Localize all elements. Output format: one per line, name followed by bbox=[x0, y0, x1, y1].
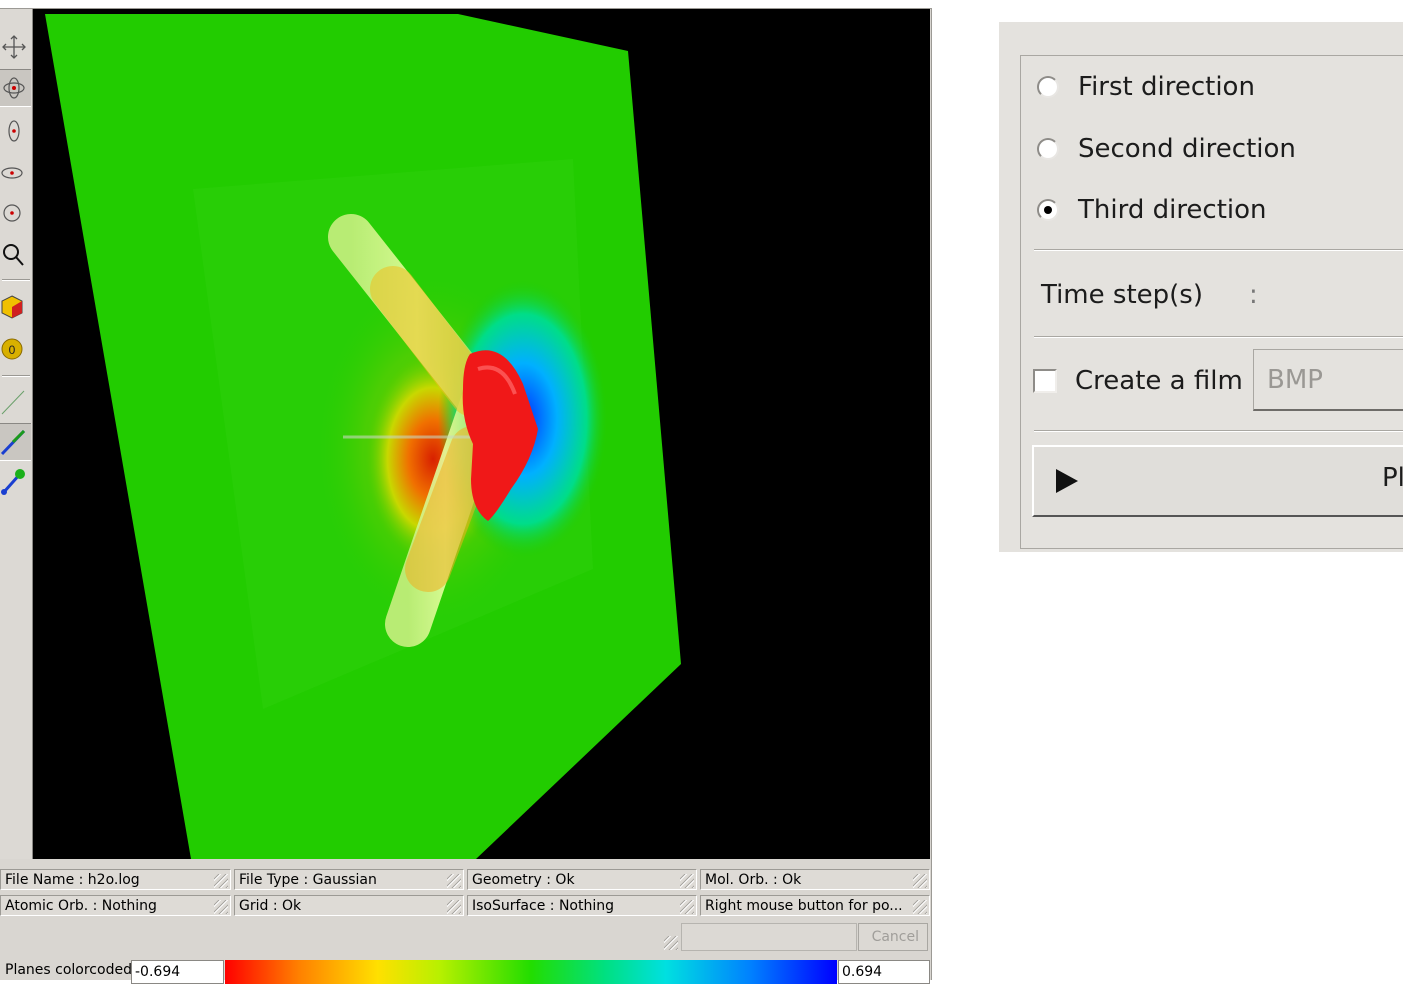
radio-button[interactable] bbox=[1037, 76, 1059, 98]
svg-text:0: 0 bbox=[9, 343, 16, 357]
status-file-type: File Type : Gaussian bbox=[234, 869, 464, 890]
time-steps-label: Time step(s) bbox=[1041, 280, 1203, 310]
play-icon bbox=[1056, 469, 1078, 493]
thin-line-icon[interactable] bbox=[0, 384, 31, 420]
colorbar-min-field[interactable]: -0.694 bbox=[131, 960, 224, 984]
radio-button[interactable] bbox=[1037, 138, 1059, 160]
colorbar-label: Planes colorcoded bbox=[5, 962, 132, 978]
colorbar-gradient bbox=[225, 960, 837, 984]
status-geometry: Geometry : Ok bbox=[467, 869, 697, 890]
viewer-window: 0 File Name: h2o.log File Type: Gaussi… bbox=[0, 8, 932, 984]
status-bar-row-2: Atomic Orb. : Nothing Grid : Ok IsoSurfa… bbox=[0, 894, 930, 918]
toolbar-separator bbox=[2, 279, 30, 281]
progress-bar bbox=[681, 923, 857, 951]
colorbar-row: Planes colorcoded -0.694 0.694 bbox=[0, 956, 930, 988]
rotate-z-icon[interactable] bbox=[0, 113, 31, 149]
status-bar-row-1: File Name : h2o.log File Type : Gaussian… bbox=[0, 868, 930, 892]
progress-row: Cancel bbox=[0, 922, 930, 952]
ball-stick-icon[interactable] bbox=[0, 463, 31, 499]
progress-grip bbox=[664, 936, 678, 950]
radio-second-direction[interactable]: Second direction bbox=[1037, 132, 1296, 166]
time-steps-row: Time step(s) : bbox=[1041, 278, 1258, 312]
dialog-separator bbox=[1034, 249, 1403, 251]
zoom-icon[interactable] bbox=[0, 237, 31, 273]
dialog-separator bbox=[1034, 336, 1403, 338]
3d-molecule-view[interactable] bbox=[33, 9, 930, 859]
film-format-combo[interactable]: BMP bbox=[1253, 349, 1403, 411]
viewer-toolbar: 0 bbox=[0, 9, 33, 859]
create-film-checkbox[interactable] bbox=[1033, 369, 1057, 393]
render-cube-icon[interactable] bbox=[0, 289, 31, 325]
play-label: Pl bbox=[1382, 463, 1403, 493]
time-steps-separator: : bbox=[1248, 280, 1258, 310]
atom-label-icon[interactable]: 0 bbox=[0, 331, 31, 367]
bond-line-icon[interactable] bbox=[0, 423, 31, 461]
rotate-icon[interactable] bbox=[0, 69, 31, 107]
animation-dialog: First direction Second direction Third d… bbox=[999, 22, 1403, 552]
move-arrows-icon[interactable] bbox=[0, 29, 31, 65]
status-file-name: File Name : h2o.log bbox=[0, 869, 231, 890]
radio-label: Second direction bbox=[1078, 134, 1296, 164]
dialog-separator bbox=[1034, 430, 1403, 432]
cancel-button[interactable]: Cancel bbox=[858, 923, 928, 951]
radio-third-direction[interactable]: Third direction bbox=[1037, 193, 1267, 227]
colorbar-max-field[interactable]: 0.694 bbox=[838, 960, 930, 984]
radio-button[interactable] bbox=[1037, 199, 1059, 221]
status-grid: Grid : Ok bbox=[234, 895, 464, 916]
rotate-y-icon[interactable] bbox=[0, 155, 31, 191]
radio-label: Third direction bbox=[1078, 195, 1267, 225]
radio-first-direction[interactable]: First direction bbox=[1037, 70, 1255, 104]
create-film-label: Create a film bbox=[1075, 366, 1243, 396]
rotate-x-icon[interactable] bbox=[0, 195, 31, 231]
toolbar-separator bbox=[2, 375, 30, 377]
radio-label: First direction bbox=[1078, 72, 1255, 102]
create-film-row[interactable]: Create a film bbox=[1033, 364, 1243, 398]
status-isosurface: IsoSurface : Nothing bbox=[467, 895, 697, 916]
status-hint: Right mouse button for po... bbox=[700, 895, 930, 916]
play-button[interactable]: Pl bbox=[1032, 445, 1403, 517]
status-mol-orb: Mol. Orb. : Ok bbox=[700, 869, 930, 890]
status-atomic-orb: Atomic Orb. : Nothing bbox=[0, 895, 231, 916]
